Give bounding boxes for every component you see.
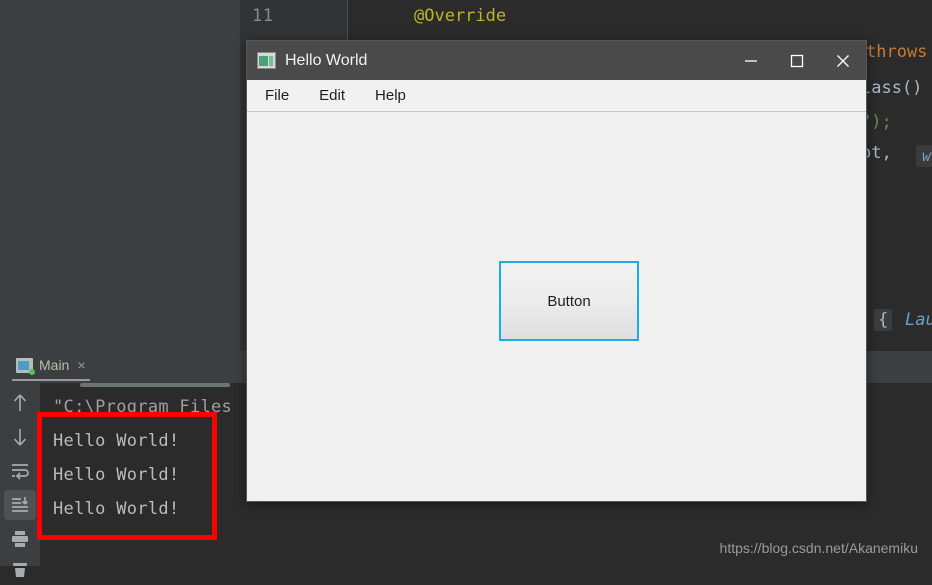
parameter-hint-chip: w (916, 145, 932, 167)
run-tab-bar: Main × (0, 351, 240, 383)
code-token-throws: throws (866, 42, 928, 62)
ide-left-tool-panel (0, 0, 240, 351)
code-token-open-brace: { (874, 309, 893, 331)
soft-wrap-icon[interactable] (4, 456, 36, 486)
up-arrow-icon[interactable] (4, 388, 36, 418)
code-token-override: @Override (414, 6, 507, 26)
hello-world-window[interactable]: Hello World File Edit Help Button (246, 40, 867, 502)
app-window-icon (257, 52, 276, 69)
close-button[interactable] (820, 41, 866, 80)
menu-file[interactable]: File (263, 84, 291, 107)
run-configuration-icon (16, 357, 35, 375)
down-arrow-icon[interactable] (4, 422, 36, 452)
window-controls (728, 41, 866, 80)
scroll-to-end-icon[interactable] (4, 490, 36, 520)
maximize-button[interactable] (774, 41, 820, 80)
window-title: Hello World (285, 51, 368, 69)
menu-edit[interactable]: Edit (317, 84, 347, 107)
close-icon[interactable]: × (77, 358, 85, 372)
code-token-lambda-hint: Lau (905, 310, 932, 330)
window-content-area: Button (247, 112, 866, 501)
menu-help[interactable]: Help (373, 84, 408, 107)
console-toolbar (0, 383, 40, 577)
console-line-output: Hello World! (53, 431, 180, 451)
console-horizontal-scrollbar[interactable] (80, 383, 230, 387)
print-icon[interactable] (4, 524, 36, 554)
editor-line-number: 11 (252, 6, 274, 26)
console-line-output: Hello World! (53, 465, 180, 485)
console-line-command: "C:\Program Files (53, 397, 233, 417)
console-line-output: Hello World! (53, 499, 180, 519)
window-title-bar[interactable]: Hello World (247, 41, 866, 80)
code-token-class-call: lass() (861, 78, 923, 98)
run-tab-label: Main (39, 357, 70, 373)
hello-button[interactable]: Button (499, 261, 639, 341)
watermark-url: https://blog.csdn.net/Akanemiku (719, 540, 918, 556)
minimize-button[interactable] (728, 41, 774, 80)
run-tab-main[interactable]: Main × (12, 355, 90, 381)
menu-bar: File Edit Help (247, 80, 866, 112)
trash-icon[interactable] (4, 555, 36, 585)
